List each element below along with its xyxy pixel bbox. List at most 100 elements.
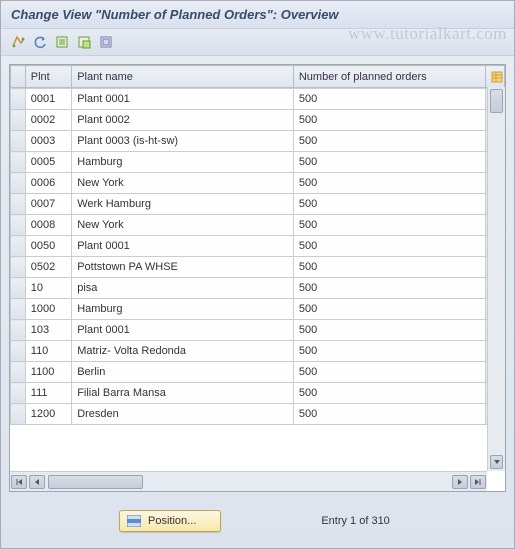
cell-plant-name[interactable]: New York [72,215,294,236]
cell-num-orders[interactable]: 500 [293,131,485,152]
cell-num-orders[interactable]: 500 [293,110,485,131]
horizontal-scroll-track[interactable] [48,475,449,489]
cell-plnt[interactable]: 0006 [25,173,71,194]
cell-num-orders[interactable]: 500 [293,194,485,215]
table-row: 0003Plant 0003 (is-ht-sw)500 [11,131,505,152]
table-row: 0502Pottstown PA WHSE500 [11,257,505,278]
row-selector[interactable] [11,215,26,236]
row-selector[interactable] [11,320,26,341]
cell-plnt[interactable]: 0003 [25,131,71,152]
row-selector[interactable] [11,299,26,320]
table-row: 103Plant 0001500 [11,320,505,341]
cell-plant-name[interactable]: Plant 0003 (is-ht-sw) [72,131,294,152]
row-selector[interactable] [11,362,26,383]
cell-plnt[interactable]: 111 [25,383,71,404]
cell-plant-name[interactable]: New York [72,173,294,194]
cell-plnt[interactable]: 10 [25,278,71,299]
vertical-scrollbar[interactable] [487,87,505,471]
select-all-rows[interactable] [11,66,26,88]
row-selector[interactable] [11,341,26,362]
cell-plant-name[interactable]: Pottstown PA WHSE [72,257,294,278]
cell-plnt[interactable]: 1100 [25,362,71,383]
header-table: Plnt Plant name Number of planned orders [10,65,505,88]
table-container: Plnt Plant name Number of planned orders… [9,64,506,492]
cell-plant-name[interactable]: pisa [72,278,294,299]
table-row: 0050Plant 0001500 [11,236,505,257]
table-row: 0007Werk Hamburg500 [11,194,505,215]
cell-plant-name[interactable]: Berlin [72,362,294,383]
row-selector[interactable] [11,236,26,257]
data-table: 0001Plant 00015000002Plant 00025000003Pl… [10,88,505,425]
scroll-left-button[interactable] [29,475,45,489]
cell-num-orders[interactable]: 500 [293,173,485,194]
cell-plnt[interactable]: 0008 [25,215,71,236]
cell-num-orders[interactable]: 500 [293,278,485,299]
cell-plnt[interactable]: 1200 [25,404,71,425]
table-row: 0006New York500 [11,173,505,194]
cell-plant-name[interactable]: Plant 0002 [72,110,294,131]
table-row: 0008New York500 [11,215,505,236]
new-entries-button[interactable] [53,33,71,51]
row-selector[interactable] [11,131,26,152]
cell-plant-name[interactable]: Werk Hamburg [72,194,294,215]
row-selector[interactable] [11,278,26,299]
cell-plnt[interactable]: 0050 [25,236,71,257]
cell-plant-name[interactable]: Hamburg [72,152,294,173]
scroll-first-button[interactable] [11,475,27,489]
cell-num-orders[interactable]: 500 [293,362,485,383]
row-selector[interactable] [11,110,26,131]
cell-plant-name[interactable]: Plant 0001 [72,236,294,257]
cell-plant-name[interactable]: Plant 0001 [72,89,294,110]
col-header-plant-name[interactable]: Plant name [72,66,294,88]
cell-plant-name[interactable]: Hamburg [72,299,294,320]
cell-num-orders[interactable]: 500 [293,299,485,320]
row-selector[interactable] [11,257,26,278]
row-selector[interactable] [11,89,26,110]
select-all-button[interactable] [97,33,115,51]
row-selector[interactable] [11,194,26,215]
cell-num-orders[interactable]: 500 [293,383,485,404]
cell-num-orders[interactable]: 500 [293,89,485,110]
scroll-last-button[interactable] [470,475,486,489]
row-selector[interactable] [11,173,26,194]
cell-num-orders[interactable]: 500 [293,341,485,362]
col-header-plnt[interactable]: Plnt [25,66,71,88]
cell-plant-name[interactable]: Matriz- Volta Redonda [72,341,294,362]
cell-num-orders[interactable]: 500 [293,320,485,341]
table-row: 1100Berlin500 [11,362,505,383]
row-selector[interactable] [11,404,26,425]
vertical-scroll-thumb[interactable] [490,89,503,113]
cell-plnt[interactable]: 0001 [25,89,71,110]
col-header-num-orders[interactable]: Number of planned orders [293,66,485,88]
scroll-right-button[interactable] [452,475,468,489]
horizontal-scrollbar[interactable] [10,471,487,491]
scroll-down-button[interactable] [490,455,503,469]
cell-plant-name[interactable]: Plant 0001 [72,320,294,341]
row-selector[interactable] [11,383,26,404]
cell-num-orders[interactable]: 500 [293,257,485,278]
table-row: 0001Plant 0001500 [11,89,505,110]
footer-bar: Position... Entry 1 of 310 [1,500,514,546]
undo-button[interactable] [31,33,49,51]
cell-plnt[interactable]: 0007 [25,194,71,215]
cell-plnt[interactable]: 103 [25,320,71,341]
cell-plnt[interactable]: 1000 [25,299,71,320]
cell-num-orders[interactable]: 500 [293,152,485,173]
cell-num-orders[interactable]: 500 [293,404,485,425]
cell-plnt[interactable]: 0005 [25,152,71,173]
position-icon [126,514,142,528]
horizontal-scroll-thumb[interactable] [48,475,143,489]
configure-columns-button[interactable] [485,66,504,88]
cell-plnt[interactable]: 110 [25,341,71,362]
row-selector[interactable] [11,152,26,173]
cell-num-orders[interactable]: 500 [293,215,485,236]
cell-plant-name[interactable]: Dresden [72,404,294,425]
position-button[interactable]: Position... [119,510,221,532]
other-view-button[interactable] [9,33,27,51]
cell-plnt[interactable]: 0502 [25,257,71,278]
cell-plnt[interactable]: 0002 [25,110,71,131]
table-row: 1000Hamburg500 [11,299,505,320]
copy-as-button[interactable] [75,33,93,51]
cell-plant-name[interactable]: Filial Barra Mansa [72,383,294,404]
cell-num-orders[interactable]: 500 [293,236,485,257]
